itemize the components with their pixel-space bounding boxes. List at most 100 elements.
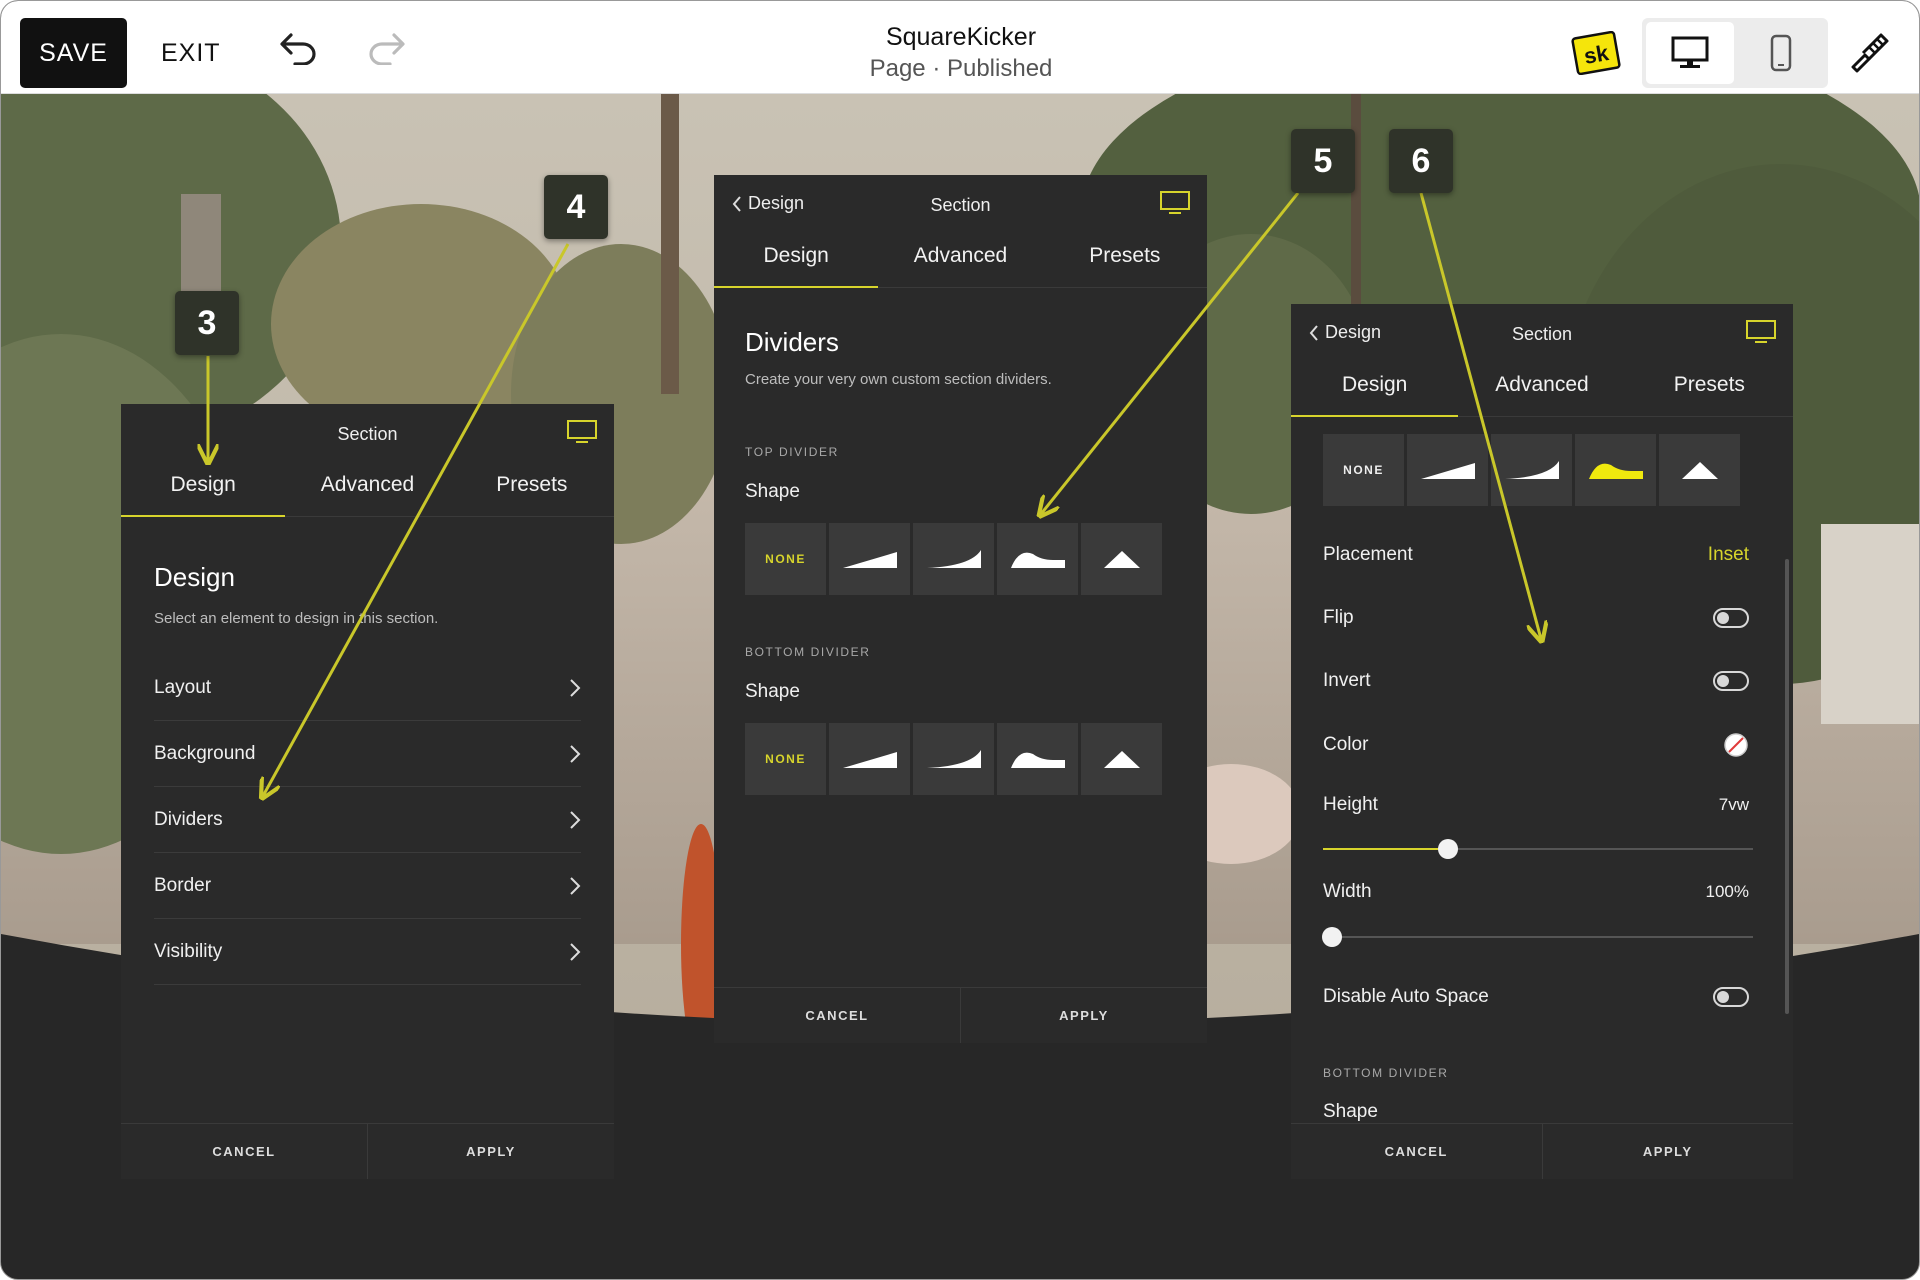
menu-item-label: Visibility xyxy=(154,941,223,962)
bottom-shape-picker: NONE xyxy=(745,723,1162,795)
tab-advanced[interactable]: Advanced xyxy=(878,230,1042,287)
apply-button[interactable]: APPLY xyxy=(1543,1124,1794,1179)
tab-presets[interactable]: Presets xyxy=(450,459,614,516)
disable-auto-space-row: Disable Auto Space xyxy=(1323,986,1749,1008)
wave-icon xyxy=(1010,752,1065,768)
panel-footer: CANCEL APPLY xyxy=(714,987,1207,1043)
shape-curve-option[interactable] xyxy=(913,723,994,795)
shape-slope-option[interactable] xyxy=(829,523,910,595)
panel-section-title: Section xyxy=(1511,324,1573,344)
shape-triangle-option[interactable] xyxy=(1659,434,1740,506)
panel-heading: Design xyxy=(154,562,235,592)
shape-none-option[interactable]: NONE xyxy=(745,723,826,795)
chevron-right-icon xyxy=(570,943,581,961)
panel-scrollbar[interactable] xyxy=(1785,559,1789,1014)
placement-value[interactable]: Inset xyxy=(1708,544,1749,566)
menu-item-dividers[interactable]: Dividers xyxy=(154,788,581,853)
width-row: Width 100% xyxy=(1323,881,1749,903)
squarekicker-logo[interactable]: sk xyxy=(1571,31,1621,75)
shape-wave-option-selected[interactable] xyxy=(1575,434,1656,506)
flip-row: Flip xyxy=(1323,607,1749,629)
menu-item-visibility[interactable]: Visibility xyxy=(154,920,581,985)
desktop-icon[interactable] xyxy=(566,419,598,445)
menu-item-layout[interactable]: Layout xyxy=(154,656,581,721)
tab-advanced[interactable]: Advanced xyxy=(285,459,449,516)
desktop-icon xyxy=(1671,36,1709,68)
disable-auto-space-label: Disable Auto Space xyxy=(1323,986,1489,1007)
wave-icon xyxy=(1588,463,1643,479)
flip-toggle[interactable] xyxy=(1713,608,1749,628)
chevron-right-icon xyxy=(570,745,581,763)
top-bar: SAVE EXIT SquareKicker Page · Published … xyxy=(1,1,1919,94)
bottom-shape-label: Shape xyxy=(745,681,800,702)
shape-curve-option[interactable] xyxy=(1491,434,1572,506)
tab-design[interactable]: Design xyxy=(714,230,879,288)
page-status: Page · Published xyxy=(869,55,1053,82)
panel-header: Design Section xyxy=(1291,304,1793,359)
shape-none-option[interactable]: NONE xyxy=(745,523,826,595)
height-label: Height xyxy=(1323,794,1378,815)
color-label: Color xyxy=(1323,734,1369,755)
top-shape-label: Shape xyxy=(745,481,800,502)
shape-none-option[interactable]: NONE xyxy=(1323,434,1404,506)
placement-label: Placement xyxy=(1323,544,1413,565)
mobile-view-button[interactable] xyxy=(1738,22,1824,84)
apply-button[interactable]: APPLY xyxy=(961,988,1207,1043)
shape-triangle-option[interactable] xyxy=(1081,523,1162,595)
wave-icon xyxy=(1010,552,1065,568)
section-panel-design: Section Design Advanced Presets Design S… xyxy=(121,404,614,1179)
height-row: Height 7vw xyxy=(1323,794,1749,816)
shape-slope-option[interactable] xyxy=(829,723,910,795)
height-slider-knob[interactable] xyxy=(1437,839,1458,859)
panel-header: Design Section xyxy=(714,175,1207,230)
cancel-button[interactable]: CANCEL xyxy=(714,988,961,1043)
undo-icon[interactable] xyxy=(279,31,319,65)
panel-footer: CANCEL APPLY xyxy=(1291,1123,1793,1179)
tab-advanced[interactable]: Advanced xyxy=(1458,359,1625,416)
height-value[interactable]: 7vw xyxy=(1719,795,1749,815)
tab-presets[interactable]: Presets xyxy=(1626,359,1793,416)
invert-row: Invert xyxy=(1323,670,1749,692)
paintbrush-icon[interactable] xyxy=(1847,29,1891,73)
desktop-view-button[interactable] xyxy=(1646,22,1734,84)
menu-item-background[interactable]: Background xyxy=(154,722,581,787)
bottom-divider-heading: BOTTOM DIVIDER xyxy=(1323,1066,1449,1080)
desktop-icon[interactable] xyxy=(1745,319,1777,345)
panel-footer: CANCEL APPLY xyxy=(121,1123,614,1179)
panel-section-title: Section xyxy=(930,195,991,215)
chevron-right-icon xyxy=(570,679,581,697)
cancel-button[interactable]: CANCEL xyxy=(1291,1124,1543,1179)
shape-curve-option[interactable] xyxy=(913,523,994,595)
width-value[interactable]: 100% xyxy=(1706,882,1749,902)
height-slider[interactable] xyxy=(1323,839,1753,859)
slope-icon xyxy=(1420,463,1475,479)
tab-presets[interactable]: Presets xyxy=(1043,230,1207,287)
triangle-icon xyxy=(1103,751,1140,768)
cancel-button[interactable]: CANCEL xyxy=(121,1124,368,1179)
tab-design[interactable]: Design xyxy=(1291,359,1459,417)
invert-toggle[interactable] xyxy=(1713,671,1749,691)
panel-description: Create your very own custom section divi… xyxy=(745,371,1052,388)
shape-slope-option[interactable] xyxy=(1407,434,1488,506)
menu-item-border[interactable]: Border xyxy=(154,854,581,919)
divider-settings-panel: Design Section Design Advanced Presets N… xyxy=(1291,304,1793,1179)
shape-wave-option[interactable] xyxy=(997,523,1078,595)
disable-auto-space-toggle[interactable] xyxy=(1713,987,1749,1007)
page-title-block: SquareKicker Page · Published xyxy=(761,21,1161,85)
width-slider-knob[interactable] xyxy=(1321,927,1342,947)
tab-design[interactable]: Design xyxy=(121,459,286,517)
shape-triangle-option[interactable] xyxy=(1081,723,1162,795)
invert-label: Invert xyxy=(1323,670,1371,691)
no-color-swatch-icon[interactable] xyxy=(1723,732,1749,758)
height-slider-fill xyxy=(1323,848,1448,850)
placement-row[interactable]: Placement Inset xyxy=(1323,544,1749,566)
save-button[interactable]: SAVE xyxy=(20,18,127,88)
top-shape-picker: NONE xyxy=(1323,434,1740,506)
desktop-icon[interactable] xyxy=(1159,190,1191,216)
redo-icon[interactable] xyxy=(366,31,406,65)
apply-button[interactable]: APPLY xyxy=(368,1124,614,1179)
bottom-divider-heading: BOTTOM DIVIDER xyxy=(745,645,871,659)
width-slider[interactable] xyxy=(1321,927,1753,947)
shape-wave-option[interactable] xyxy=(997,723,1078,795)
exit-button[interactable]: EXIT xyxy=(161,18,221,88)
